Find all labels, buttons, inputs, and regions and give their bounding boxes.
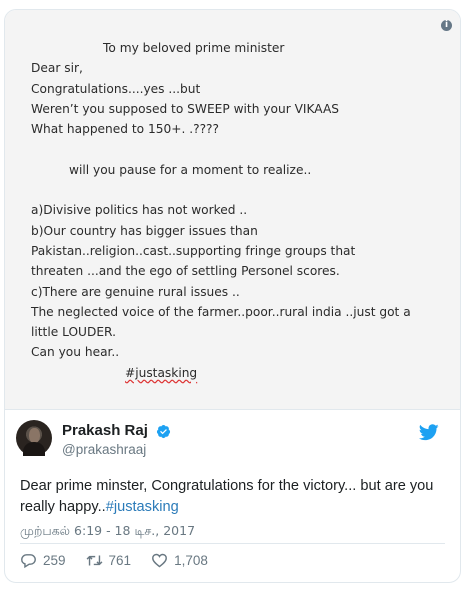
letter-text: To my beloved prime minister Dear sir, C… [31,38,451,383]
heart-icon [152,553,168,567]
letter-line: c)There are genuine rural issues .. [31,284,240,299]
letter-line: little LOUDER. [31,325,116,340]
retweet-icon [86,555,102,565]
tweet-body: Dear prime minster, Congratulations for … [20,478,434,515]
twitter-bird-icon[interactable] [419,424,439,441]
tweet-timestamp[interactable]: முற்பகல் 6:19 - 18 டிச., 2017 [20,523,195,540]
retweet-count: 761 [108,552,132,568]
author-block[interactable]: Prakash Raj @prakashraaj [62,422,171,457]
letter-line: Weren’t you supposed to SWEEP with your … [31,101,340,116]
letter-line: a)Divisive politics has not worked .. [31,203,248,218]
letter-line: Pakistan..religion..cast..supporting fri… [31,243,356,258]
tweet-text: Dear prime minster, Congratulations for … [20,476,450,517]
like-count: 1,708 [174,552,208,568]
like-button[interactable]: 1,708 [151,552,208,569]
reply-count: 259 [43,552,66,568]
verified-badge-icon [157,424,171,438]
hashtag-link[interactable]: #justasking [106,499,179,515]
author-handle[interactable]: @prakashraaj [62,442,171,457]
reply-icon [21,553,36,568]
letter-line: Congratulations....yes ...but [31,81,201,96]
letter-line: Dear sir, [31,61,83,76]
letter-line: b)Our country has bigger issues than [31,223,258,238]
avatar[interactable] [16,420,52,456]
letter-line: will you pause for a moment to realize.. [69,162,312,177]
tweet-actions: 259 761 1,708 [20,550,228,570]
letter-line: What happened to 150+. .???? [31,122,219,137]
author-name[interactable]: Prakash Raj [62,422,148,440]
tweet-header: Prakash Raj @prakashraaj [16,420,441,460]
letter-line [31,139,451,159]
letter-line: Can you hear.. [31,345,120,360]
letter-line: threaten ...and the ego of settling Pers… [31,264,340,279]
divider [20,543,445,544]
retweet-button[interactable]: 761 [86,552,132,569]
tweet-image[interactable]: i To my beloved prime minister Dear sir,… [5,10,460,410]
letter-line: To my beloved prime minister [103,41,285,55]
info-icon[interactable]: i [441,20,452,31]
letter-line: The neglected voice of the farmer..poor.… [31,304,411,319]
letter-line [31,180,451,200]
letter-hashtag: #justasking [125,365,198,380]
reply-button[interactable]: 259 [20,552,66,569]
